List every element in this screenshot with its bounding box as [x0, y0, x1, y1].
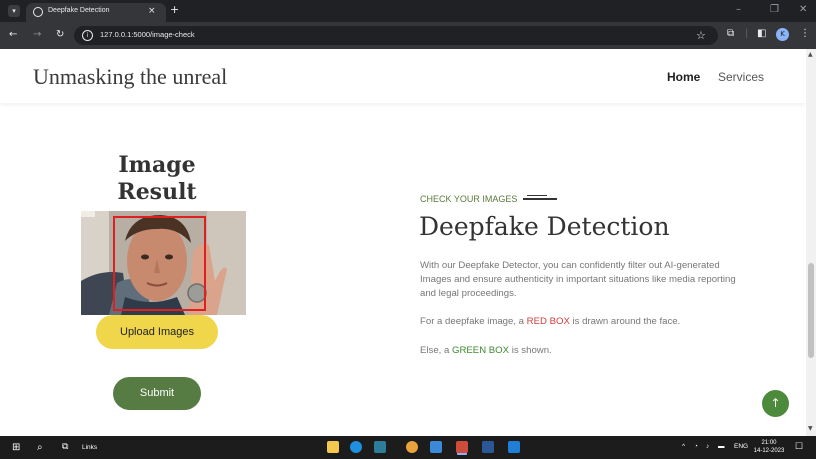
windows-start-icon[interactable]: ⊞: [12, 442, 20, 453]
browser-toolbar: ← → ↻ i 127.0.0.1:5000/image-check ☆ ⧉ |…: [0, 22, 816, 49]
scroll-down-icon[interactable]: ▼: [808, 425, 813, 432]
vscode-icon[interactable]: [508, 441, 520, 453]
site-info-icon[interactable]: i: [82, 30, 93, 41]
green-note-prefix: Else, a: [420, 345, 452, 356]
new-tab-button[interactable]: +: [170, 3, 179, 16]
word-icon[interactable]: [482, 441, 494, 453]
page-scrollbar[interactable]: ▲ ▼: [806, 49, 816, 436]
heading-line-1: Image: [118, 152, 196, 178]
site-header: Unmasking the unreal Home Services: [0, 49, 806, 103]
upload-images-button[interactable]: Upload Images: [96, 315, 218, 349]
red-box-note: For a deepfake image, a RED BOX is drawn…: [420, 315, 740, 329]
todo-icon[interactable]: [430, 441, 442, 453]
scroll-up-icon[interactable]: ▲: [808, 51, 813, 58]
taskbar-search-label[interactable]: Links: [82, 444, 97, 451]
store-icon[interactable]: [374, 441, 386, 453]
browser-tab-strip: ▾ Deepfake Detection × + – ❐ ✕: [0, 0, 816, 22]
tray-chevron-icon[interactable]: ^: [682, 443, 685, 450]
tab-close-icon[interactable]: ×: [148, 6, 156, 16]
windows-taskbar: ⊞ ⌕ ⧉ Links ^ ◔ ♪ ▬ ENG 21:00 14-12-2023…: [0, 436, 816, 459]
clock-date: 14-12-2023: [753, 448, 785, 454]
reload-icon[interactable]: ↻: [56, 29, 64, 40]
battery-icon[interactable]: ▬: [718, 443, 725, 450]
network-icon[interactable]: ◔: [694, 443, 698, 450]
result-image: [81, 211, 246, 315]
search-icon[interactable]: ⌕: [37, 442, 43, 453]
section-title: Deepfake Detection: [419, 212, 670, 241]
close-window-icon[interactable]: ✕: [799, 4, 807, 15]
image-result-heading: Image Result: [95, 152, 219, 206]
maximize-icon[interactable]: ❐: [770, 4, 779, 15]
red-box-highlight: RED BOX: [526, 316, 570, 327]
nav-services-link[interactable]: Services: [718, 70, 764, 84]
profile-avatar[interactable]: K: [776, 28, 789, 41]
system-clock[interactable]: 21:00 14-12-2023: [749, 439, 789, 455]
edge-browser-icon[interactable]: [350, 441, 362, 453]
tab-search-icon[interactable]: ▾: [8, 5, 20, 17]
bookmark-star-icon[interactable]: ☆: [696, 29, 706, 42]
back-icon[interactable]: ←: [9, 29, 17, 40]
kebab-menu-icon[interactable]: ⋮: [800, 28, 810, 39]
chrome-icon[interactable]: [406, 441, 418, 453]
extensions-icon[interactable]: ⧉: [727, 28, 734, 39]
submit-button[interactable]: Submit: [113, 377, 201, 410]
eyebrow-divider: [523, 198, 557, 200]
green-note-suffix: is shown.: [509, 345, 552, 356]
heading-line-2: Result: [117, 179, 197, 205]
forward-icon[interactable]: →: [33, 29, 41, 40]
chrome-active-icon[interactable]: [456, 441, 468, 453]
eyebrow-divider-short: [527, 195, 547, 196]
section-eyebrow: CHECK YOUR IMAGES: [420, 194, 518, 204]
address-bar[interactable]: i 127.0.0.1:5000/image-check ☆: [74, 26, 718, 45]
browser-tab[interactable]: Deepfake Detection ×: [26, 3, 166, 22]
red-note-suffix: is drawn around the face.: [569, 316, 681, 327]
side-panel-icon[interactable]: ◧: [757, 28, 766, 39]
language-indicator[interactable]: ENG: [734, 443, 748, 450]
page-viewport: Unmasking the unreal Home Services Image…: [0, 49, 806, 436]
clock-time: 21:00: [761, 440, 777, 446]
tab-title: Deepfake Detection: [48, 7, 110, 14]
minimize-icon[interactable]: –: [736, 4, 741, 15]
globe-icon: [33, 7, 43, 17]
back-to-top-button[interactable]: ↑: [762, 390, 789, 417]
nav-home-link[interactable]: Home: [667, 70, 700, 84]
notifications-icon[interactable]: ☐: [795, 441, 803, 452]
site-brand[interactable]: Unmasking the unreal: [33, 64, 227, 90]
scroll-thumb[interactable]: [808, 263, 814, 358]
toolbar-divider: |: [745, 28, 749, 39]
task-view-icon[interactable]: ⧉: [62, 442, 68, 452]
green-box-highlight: GREEN BOX: [452, 345, 510, 356]
green-box-note: Else, a GREEN BOX is shown.: [420, 344, 740, 358]
url-text[interactable]: 127.0.0.1:5000/image-check: [100, 30, 195, 39]
description-paragraph: With our Deepfake Detector, you can conf…: [420, 260, 736, 299]
volume-icon[interactable]: ♪: [706, 443, 709, 450]
file-explorer-icon[interactable]: [327, 441, 339, 453]
face-photo-illustration: [81, 211, 246, 315]
red-note-prefix: For a deepfake image, a: [420, 316, 527, 327]
